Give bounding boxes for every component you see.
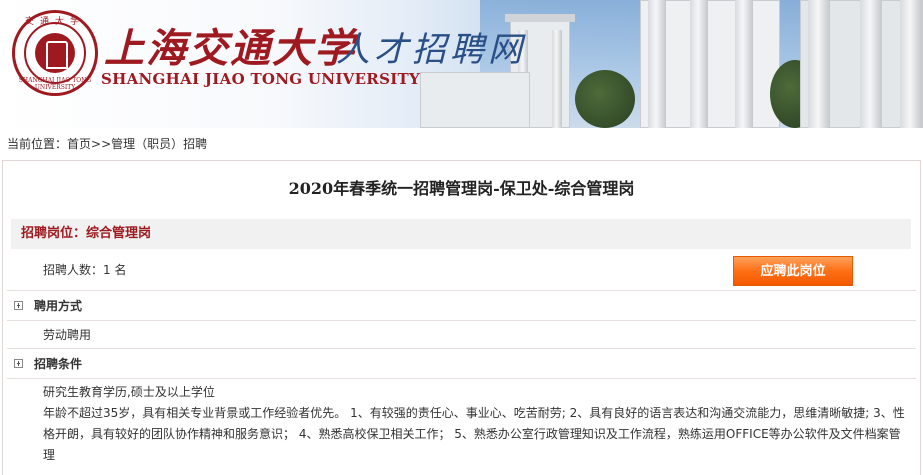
requirement-line: 年龄不超过35岁，具有相关专业背景或工作经验者优先。 1、有较强的责任心、事业心… <box>43 406 905 462</box>
breadcrumb-category-link[interactable]: 管理（职员）招聘 <box>111 137 207 151</box>
section-body-employment-type: 劳动聘用 <box>7 321 916 349</box>
breadcrumb-home-link[interactable]: 首页 <box>67 137 91 151</box>
requirement-line: 研究生教育学历,硕士及以上学位 <box>43 385 215 399</box>
expand-icon[interactable] <box>14 301 23 310</box>
logo-chinese-name[interactable]: 上海交通大学 <box>104 16 356 74</box>
section-heading: 聘用方式 <box>34 299 83 313</box>
site-banner: 交通大学 SHANGHAI JIAO TONG UNIVERSITY 上海交通大… <box>0 0 923 128</box>
banner-column <box>690 0 708 128</box>
university-seal-logo[interactable]: 交通大学 SHANGHAI JIAO TONG UNIVERSITY <box>12 10 98 96</box>
logo-english-name[interactable]: SHANGHAI JIAO TONG UNIVERSITY <box>101 70 420 88</box>
banner-column <box>735 0 753 128</box>
breadcrumb: 当前位置：首页>>管理（职员）招聘 <box>0 128 923 160</box>
section-text: 劳动聘用 <box>43 328 92 342</box>
banner-column <box>900 0 922 128</box>
seal-emblem-icon <box>35 33 75 73</box>
headcount-text: 招聘人数：1 名 <box>43 263 127 277</box>
section-header-employment-type[interactable]: 聘用方式 <box>7 291 916 321</box>
banner-column <box>808 0 830 128</box>
banner-building-roof <box>505 14 575 22</box>
section-heading: 招聘条件 <box>34 357 83 371</box>
seal-text-bottom: SHANGHAI JIAO TONG UNIVERSITY <box>18 77 92 91</box>
banner-column <box>552 30 562 128</box>
section-header-requirements[interactable]: 招聘条件 <box>7 349 916 379</box>
banner-building <box>420 72 530 128</box>
apply-button[interactable]: 应聘此岗位 <box>733 256 853 286</box>
headcount-row: 招聘人数：1 名 应聘此岗位 <box>7 249 916 291</box>
job-post-label: 招聘岗位：综合管理岗 <box>11 219 911 249</box>
job-title: 2020年春季统一招聘管理岗-保卫处-综合管理岗 <box>288 179 635 198</box>
breadcrumb-separator: >> <box>91 137 112 151</box>
breadcrumb-prefix: 当前位置： <box>7 137 68 151</box>
logo-portal-name[interactable]: 人才招聘网 <box>336 22 526 71</box>
expand-icon[interactable] <box>14 359 23 368</box>
section-body-requirements: 研究生教育学历,硕士及以上学位 年龄不超过35岁，具有相关专业背景或工作经验者优… <box>7 379 916 466</box>
banner-column <box>648 0 666 128</box>
banner-tree <box>575 70 635 128</box>
banner-column <box>860 0 882 128</box>
job-detail-panel: 2020年春季统一招聘管理岗-保卫处-综合管理岗 招聘岗位：综合管理岗 招聘人数… <box>2 160 921 475</box>
